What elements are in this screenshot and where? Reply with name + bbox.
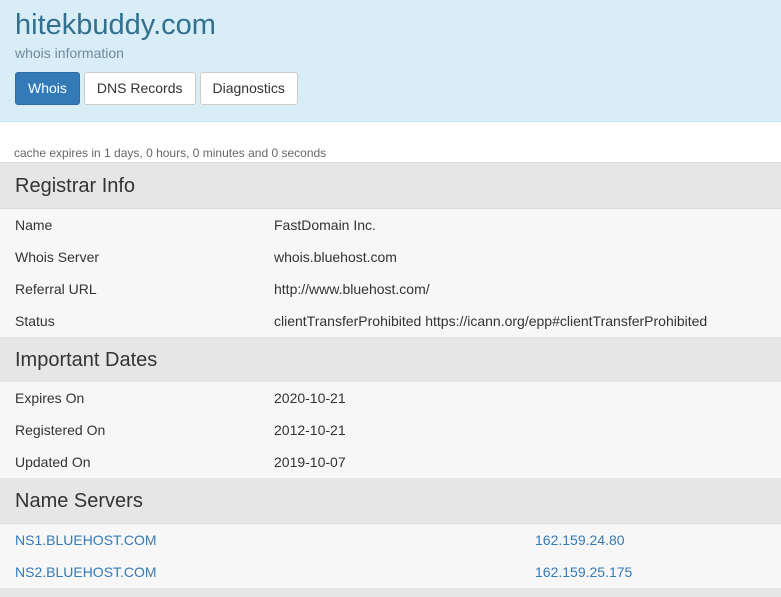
tab-dns-records[interactable]: DNS Records <box>83 72 196 105</box>
field-value: whois.bluehost.com <box>274 249 397 265</box>
field-label: Referral URL <box>15 281 97 297</box>
section-title: Registrar Info <box>15 175 136 197</box>
nameserver-link[interactable]: NS2.BLUEHOST.COM <box>15 556 157 588</box>
section-registrar-info: Registrar Info <box>0 163 781 209</box>
tab-whois[interactable]: Whois <box>15 72 80 105</box>
ip-address-link[interactable]: 162.159.24.80 <box>535 524 625 556</box>
field-label: Expires On <box>15 390 85 406</box>
page-subtitle: whois information <box>15 45 124 61</box>
field-value: http://www.bluehost.com/ <box>274 281 430 297</box>
section-name-servers: Name Servers <box>0 478 781 524</box>
tab-diagnostics[interactable]: Diagnostics <box>199 72 298 105</box>
field-value: 2019-10-07 <box>274 454 346 470</box>
nameserver-link[interactable]: NS1.BLUEHOST.COM <box>15 524 157 556</box>
field-label: Registered On <box>15 422 106 438</box>
page-header: hitekbuddy.com whois information Whois D… <box>0 0 781 122</box>
ip-address-link[interactable]: 162.159.25.175 <box>535 556 632 588</box>
table-row: Name FastDomain Inc. <box>0 209 781 241</box>
table-row: NS2.BLUEHOST.COM 162.159.25.175 <box>0 556 781 588</box>
table-row: Referral URL http://www.bluehost.com/ <box>0 273 781 305</box>
field-label: Status <box>15 313 55 329</box>
section-title: Important Dates <box>15 349 158 371</box>
field-label: Name <box>15 217 53 233</box>
field-value: 2020-10-21 <box>274 390 346 406</box>
field-value: clientTransferProhibited https://icann.o… <box>274 313 708 329</box>
domain-title: hitekbuddy.com <box>15 9 216 41</box>
table-row: Status clientTransferProhibited https://… <box>0 305 781 337</box>
tab-bar: Whois DNS Records Diagnostics <box>15 72 302 105</box>
table-row: Registered On 2012-10-21 <box>0 414 781 446</box>
field-value: 2012-10-21 <box>274 422 346 438</box>
field-value: FastDomain Inc. <box>274 217 376 233</box>
table-row: Expires On 2020-10-21 <box>0 382 781 414</box>
field-label: Updated On <box>15 454 91 470</box>
section-title: Name Servers <box>15 490 143 512</box>
section-important-dates: Important Dates <box>0 337 781 383</box>
cache-expiry-note: cache expires in 1 days, 0 hours, 0 minu… <box>14 146 327 160</box>
table-row: NS1.BLUEHOST.COM 162.159.24.80 <box>0 524 781 556</box>
table-row: Whois Server whois.bluehost.com <box>0 241 781 273</box>
field-label: Whois Server <box>15 249 100 265</box>
table-row: Updated On 2019-10-07 <box>0 446 781 478</box>
next-section-band <box>0 588 781 597</box>
